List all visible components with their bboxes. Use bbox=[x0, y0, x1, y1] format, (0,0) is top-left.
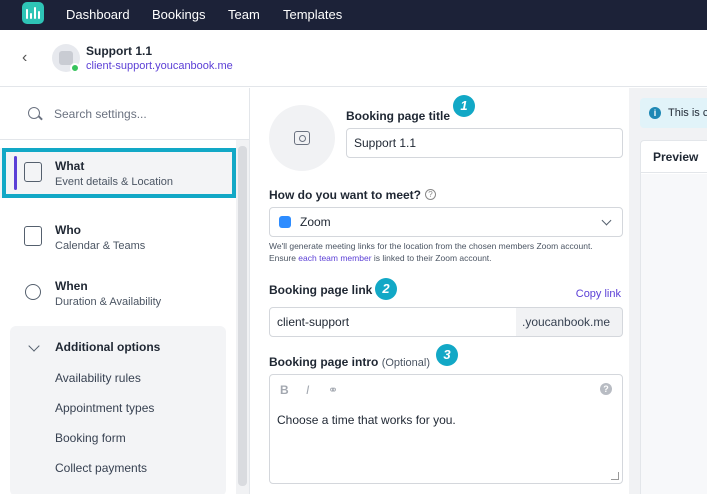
intro-rich-text-editor[interactable]: B I ⚭ ? Choose a time that works for you… bbox=[269, 374, 623, 484]
top-navigation-bar: Dashboard Bookings Team Templates bbox=[0, 0, 707, 30]
intro-text-value[interactable]: Choose a time that works for you. bbox=[277, 413, 456, 427]
link-domain-suffix: .youcanbook.me bbox=[516, 307, 623, 337]
italic-button[interactable]: I bbox=[306, 383, 309, 397]
additional-options-panel: Additional options Availability rules Ap… bbox=[10, 326, 226, 494]
additional-options-title[interactable]: Additional options bbox=[55, 340, 160, 354]
page-name: Support 1.1 bbox=[86, 44, 153, 58]
sidebar-subitem-booking-form[interactable]: Booking form bbox=[55, 431, 126, 445]
meeting-location-select[interactable]: Zoom bbox=[269, 207, 623, 237]
meeting-location-value: Zoom bbox=[300, 215, 331, 229]
settings-search bbox=[0, 88, 249, 140]
step-badge-1: 1 bbox=[453, 95, 475, 117]
step-badge-2: 2 bbox=[375, 278, 397, 300]
nav-dashboard[interactable]: Dashboard bbox=[66, 7, 130, 22]
info-banner-text: This is c bbox=[668, 107, 707, 119]
search-icon bbox=[28, 107, 40, 119]
scrollbar-thumb[interactable] bbox=[238, 146, 247, 486]
editor-toolbar: B I ⚭ ? bbox=[270, 375, 622, 403]
page-header: ‹ Support 1.1 client-support.youcanbook.… bbox=[0, 30, 707, 87]
sidebar-subitem-appointment-types[interactable]: Appointment types bbox=[55, 401, 154, 415]
sidebar-item-subtitle: Calendar & Teams bbox=[55, 240, 146, 252]
intro-label-text: Booking page intro bbox=[269, 355, 379, 369]
zoom-icon bbox=[279, 216, 291, 228]
preview-card: Preview bbox=[640, 140, 707, 494]
sidebar-subitem-collect-payments[interactable]: Collect payments bbox=[55, 461, 147, 475]
preview-tab[interactable]: Preview bbox=[641, 141, 707, 173]
settings-sidebar: What Event details & Location Who Calend… bbox=[0, 88, 250, 494]
info-icon: i bbox=[649, 107, 661, 119]
nav-templates[interactable]: Templates bbox=[283, 7, 342, 22]
help-text-part: is linked to their Zoom account. bbox=[371, 253, 492, 263]
add-photo-icon bbox=[294, 131, 310, 145]
online-status-dot bbox=[70, 63, 80, 73]
upload-photo-button[interactable] bbox=[269, 105, 335, 171]
calendar-icon bbox=[24, 226, 42, 246]
watch-icon bbox=[25, 284, 41, 300]
avatar-image-icon bbox=[59, 51, 73, 65]
page-url-link[interactable]: client-support.youcanbook.me bbox=[86, 60, 233, 72]
copy-link-button[interactable]: Copy link bbox=[576, 288, 621, 300]
meeting-type-label: How do you want to meet? bbox=[269, 188, 421, 202]
sidebar-item-who[interactable]: Who Calendar & Teams bbox=[0, 212, 236, 262]
optional-tag: (Optional) bbox=[381, 357, 430, 369]
booking-page-title-label: Booking page title bbox=[346, 109, 451, 123]
booking-page-link-input[interactable] bbox=[269, 307, 517, 337]
nav-bookings[interactable]: Bookings bbox=[152, 7, 205, 22]
sidebar-item-title: When bbox=[55, 279, 88, 293]
nav-team[interactable]: Team bbox=[228, 7, 260, 22]
booking-page-link-label: Booking page link bbox=[269, 283, 373, 297]
booking-page-intro-label: Booking page intro (Optional) bbox=[269, 355, 430, 369]
help-icon[interactable]: ? bbox=[600, 383, 612, 395]
step-badge-3: 3 bbox=[436, 344, 458, 366]
sidebar-item-subtitle: Duration & Availability bbox=[55, 296, 162, 308]
help-icon[interactable]: ? bbox=[425, 189, 436, 200]
chevron-down-icon[interactable] bbox=[28, 340, 40, 352]
sidebar-item-when[interactable]: When Duration & Availability bbox=[0, 268, 236, 318]
booking-page-title-input[interactable] bbox=[346, 128, 623, 158]
link-icon[interactable]: ⚭ bbox=[328, 383, 338, 397]
chevron-down-icon bbox=[601, 215, 612, 226]
resize-handle-icon[interactable] bbox=[611, 472, 619, 480]
sidebar-item-title: Who bbox=[55, 223, 81, 237]
app-logo[interactable] bbox=[22, 2, 44, 24]
highlight-annotation-box bbox=[2, 148, 236, 198]
search-input[interactable] bbox=[54, 104, 224, 124]
sidebar-scrollbar[interactable] bbox=[236, 140, 249, 494]
zoom-help-text: We'll generate meeting links for the loc… bbox=[269, 240, 619, 264]
preview-area bbox=[641, 174, 707, 494]
back-chevron-icon[interactable]: ‹ bbox=[22, 50, 27, 66]
sidebar-subitem-availability-rules[interactable]: Availability rules bbox=[55, 371, 141, 385]
bold-button[interactable]: B bbox=[280, 383, 289, 397]
preview-label: Preview bbox=[653, 150, 699, 164]
booking-page-form: Booking page title 1 How do you want to … bbox=[251, 88, 629, 494]
team-member-link[interactable]: each team member bbox=[298, 253, 371, 263]
preview-panel: i This is c Preview bbox=[629, 88, 707, 494]
info-banner: i This is c bbox=[640, 98, 707, 128]
